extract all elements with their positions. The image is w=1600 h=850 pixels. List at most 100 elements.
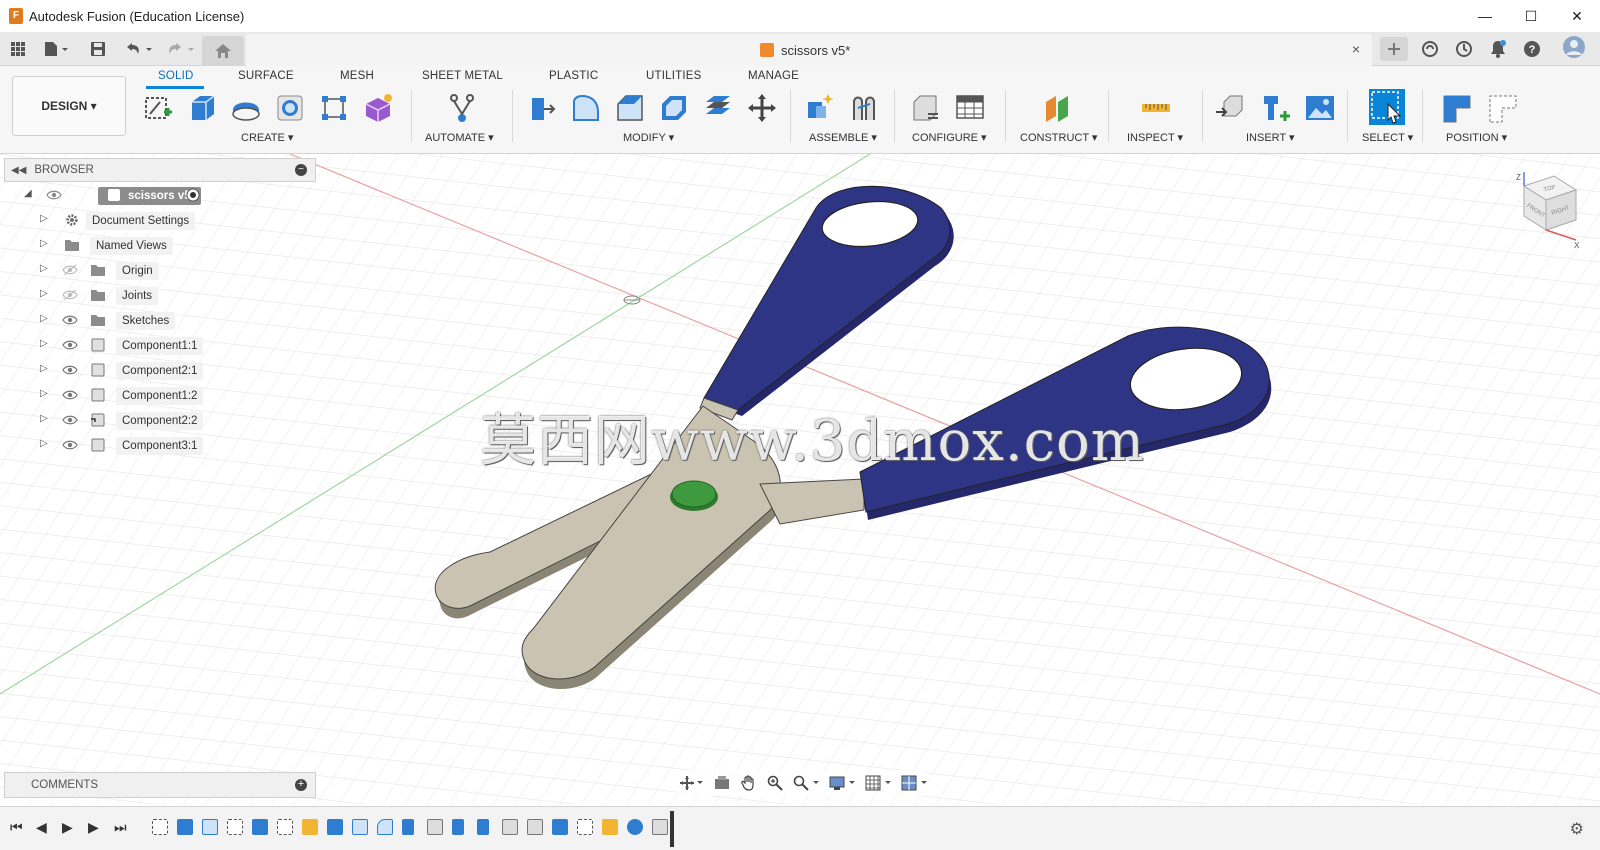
visibility-eye-icon[interactable] bbox=[62, 339, 78, 351]
timeline-sketch-feature-icon[interactable] bbox=[227, 819, 243, 835]
timeline-fillet-feature-icon[interactable] bbox=[377, 819, 393, 835]
go-to-start-icon[interactable]: ⏮ bbox=[10, 819, 23, 836]
timeline-marker[interactable] bbox=[670, 811, 674, 847]
play-icon[interactable]: ▶ bbox=[62, 819, 73, 836]
help-icon[interactable]: ? bbox=[1522, 39, 1542, 59]
home-tab[interactable] bbox=[202, 36, 244, 66]
tab-surface[interactable]: SURFACE bbox=[238, 70, 294, 82]
step-forward-icon[interactable]: ▶ bbox=[88, 819, 99, 836]
close-tab-button[interactable]: × bbox=[1352, 41, 1360, 57]
chamfer-icon[interactable] bbox=[614, 92, 646, 124]
collapse-panel-icon[interactable]: ◀◀ bbox=[11, 165, 26, 176]
go-to-end-icon[interactable]: ⏭ bbox=[114, 819, 127, 836]
new-tab-plus-icon[interactable] bbox=[1380, 37, 1408, 61]
minimize-button[interactable]: — bbox=[1462, 0, 1508, 32]
inspect-group-label[interactable]: INSPECT ▾ bbox=[1127, 131, 1183, 144]
extensions-icon[interactable] bbox=[1420, 39, 1440, 59]
save-icon[interactable] bbox=[88, 39, 108, 59]
timeline-joint-feature-icon[interactable] bbox=[427, 819, 443, 835]
tab-manage[interactable]: MANAGE bbox=[748, 70, 799, 82]
expand-arrow-icon[interactable]: ▷ bbox=[40, 263, 48, 274]
pan-hand-icon[interactable] bbox=[738, 772, 760, 794]
insert-canvas-icon[interactable] bbox=[1304, 92, 1336, 124]
workspace-switcher-button[interactable]: DESIGN ▾ bbox=[12, 76, 126, 136]
automate-icon[interactable] bbox=[446, 92, 478, 124]
timeline-feature-icon[interactable] bbox=[552, 819, 568, 835]
browser-item-origin[interactable]: ▷ Origin bbox=[4, 259, 316, 281]
capture-position-icon[interactable] bbox=[1440, 92, 1472, 124]
insert-derive-icon[interactable] bbox=[1214, 92, 1246, 124]
visibility-eye-icon[interactable] bbox=[62, 314, 78, 326]
expand-arrow-icon[interactable]: ▷ bbox=[40, 213, 48, 224]
revolve-icon[interactable] bbox=[230, 92, 262, 124]
expand-arrow-icon[interactable]: ▷ bbox=[40, 438, 48, 449]
browser-root-row[interactable]: ◢ scissors v5 bbox=[4, 184, 316, 206]
fillet-icon[interactable] bbox=[570, 92, 602, 124]
browser-item-document-settings[interactable]: ▷ Document Settings bbox=[4, 209, 316, 231]
expand-arrow-icon[interactable]: ◢ bbox=[24, 188, 32, 199]
configure-model-icon[interactable] bbox=[910, 92, 942, 124]
select-icon[interactable] bbox=[1368, 88, 1406, 126]
visibility-hidden-eye-icon[interactable] bbox=[62, 289, 78, 301]
view-cube[interactable]: TOP FRONT RIGHT Z X bbox=[1510, 172, 1582, 252]
tab-solid[interactable]: SOLID bbox=[158, 70, 194, 82]
press-pull-icon[interactable] bbox=[526, 92, 558, 124]
job-status-icon[interactable] bbox=[1454, 39, 1474, 59]
timeline-sketch-feature-icon[interactable] bbox=[577, 819, 593, 835]
extrude-icon[interactable] bbox=[186, 92, 218, 124]
expand-arrow-icon[interactable]: ▷ bbox=[40, 288, 48, 299]
create-group-label[interactable]: CREATE ▾ bbox=[241, 131, 293, 144]
maximize-button[interactable]: ☐ bbox=[1508, 0, 1554, 32]
tab-mesh[interactable]: MESH bbox=[340, 70, 374, 82]
timeline-extrude-feature-icon[interactable] bbox=[327, 819, 343, 835]
position-group-label[interactable]: POSITION ▾ bbox=[1446, 131, 1507, 144]
timeline-joint-feature-icon[interactable] bbox=[652, 819, 668, 835]
split-body-icon[interactable] bbox=[702, 92, 734, 124]
browser-item-sketches[interactable]: ▷ Sketches bbox=[4, 309, 316, 331]
browser-item-joints[interactable]: ▷ Joints bbox=[4, 284, 316, 306]
timeline-joint-feature-icon[interactable] bbox=[527, 819, 543, 835]
browser-item-named-views[interactable]: ▷ Named Views bbox=[4, 234, 316, 256]
file-menu-icon[interactable] bbox=[40, 39, 72, 59]
timeline-pattern-feature-icon[interactable] bbox=[477, 819, 489, 835]
expand-arrow-icon[interactable]: ▷ bbox=[40, 313, 48, 324]
timeline-shell-feature-icon[interactable] bbox=[352, 819, 368, 835]
measure-icon[interactable] bbox=[1140, 92, 1172, 124]
configure-group-label[interactable]: CONFIGURE ▾ bbox=[912, 131, 987, 144]
construct-group-label[interactable]: CONSTRUCT ▾ bbox=[1020, 131, 1097, 144]
timeline-fillet-feature-icon[interactable] bbox=[202, 819, 218, 835]
undo-icon[interactable] bbox=[122, 39, 156, 59]
tab-utilities[interactable]: UTILITIES bbox=[646, 70, 701, 82]
insert-group-label[interactable]: INSERT ▾ bbox=[1246, 131, 1295, 144]
display-settings-icon[interactable] bbox=[826, 772, 858, 794]
timeline-extrude-feature-icon[interactable] bbox=[252, 819, 268, 835]
rectangular-pattern-icon[interactable] bbox=[318, 92, 350, 124]
timeline-pattern-feature-icon[interactable] bbox=[402, 819, 414, 835]
visibility-hidden-eye-icon[interactable] bbox=[62, 264, 78, 276]
activate-radio-icon[interactable] bbox=[186, 188, 200, 202]
notifications-bell-icon[interactable] bbox=[1488, 39, 1508, 59]
tab-plastic[interactable]: PLASTIC bbox=[549, 70, 598, 82]
add-comment-icon[interactable]: + bbox=[295, 779, 307, 791]
browser-minimize-icon[interactable]: − bbox=[295, 164, 307, 176]
step-back-icon[interactable]: ◀ bbox=[36, 819, 47, 836]
expand-arrow-icon[interactable]: ▷ bbox=[40, 238, 48, 249]
viewports-icon[interactable] bbox=[898, 772, 930, 794]
modify-group-label[interactable]: MODIFY ▾ bbox=[623, 131, 674, 144]
offset-plane-icon[interactable] bbox=[1042, 92, 1074, 124]
timeline-component-feature-icon[interactable] bbox=[602, 819, 618, 835]
grid-snaps-icon[interactable] bbox=[862, 772, 894, 794]
comments-panel[interactable]: COMMENTS + bbox=[4, 772, 316, 798]
browser-header[interactable]: ◀◀ BROWSER − bbox=[4, 158, 316, 182]
browser-item-component3-1[interactable]: ▷ Component3:1 bbox=[4, 434, 316, 456]
timeline-joint-feature-icon[interactable] bbox=[502, 819, 518, 835]
look-at-icon[interactable] bbox=[710, 772, 734, 794]
new-component-icon[interactable] bbox=[804, 92, 836, 124]
close-window-button[interactable]: ✕ bbox=[1554, 0, 1600, 32]
timeline-component-feature-icon[interactable] bbox=[302, 819, 318, 835]
timeline-settings-gear-icon[interactable]: ⚙ bbox=[1570, 819, 1584, 839]
insert-mcmaster-icon[interactable] bbox=[1260, 92, 1292, 124]
assemble-group-label[interactable]: ASSEMBLE ▾ bbox=[809, 131, 877, 144]
app-grid-icon[interactable] bbox=[8, 39, 28, 59]
visibility-eye-icon[interactable] bbox=[62, 364, 78, 376]
